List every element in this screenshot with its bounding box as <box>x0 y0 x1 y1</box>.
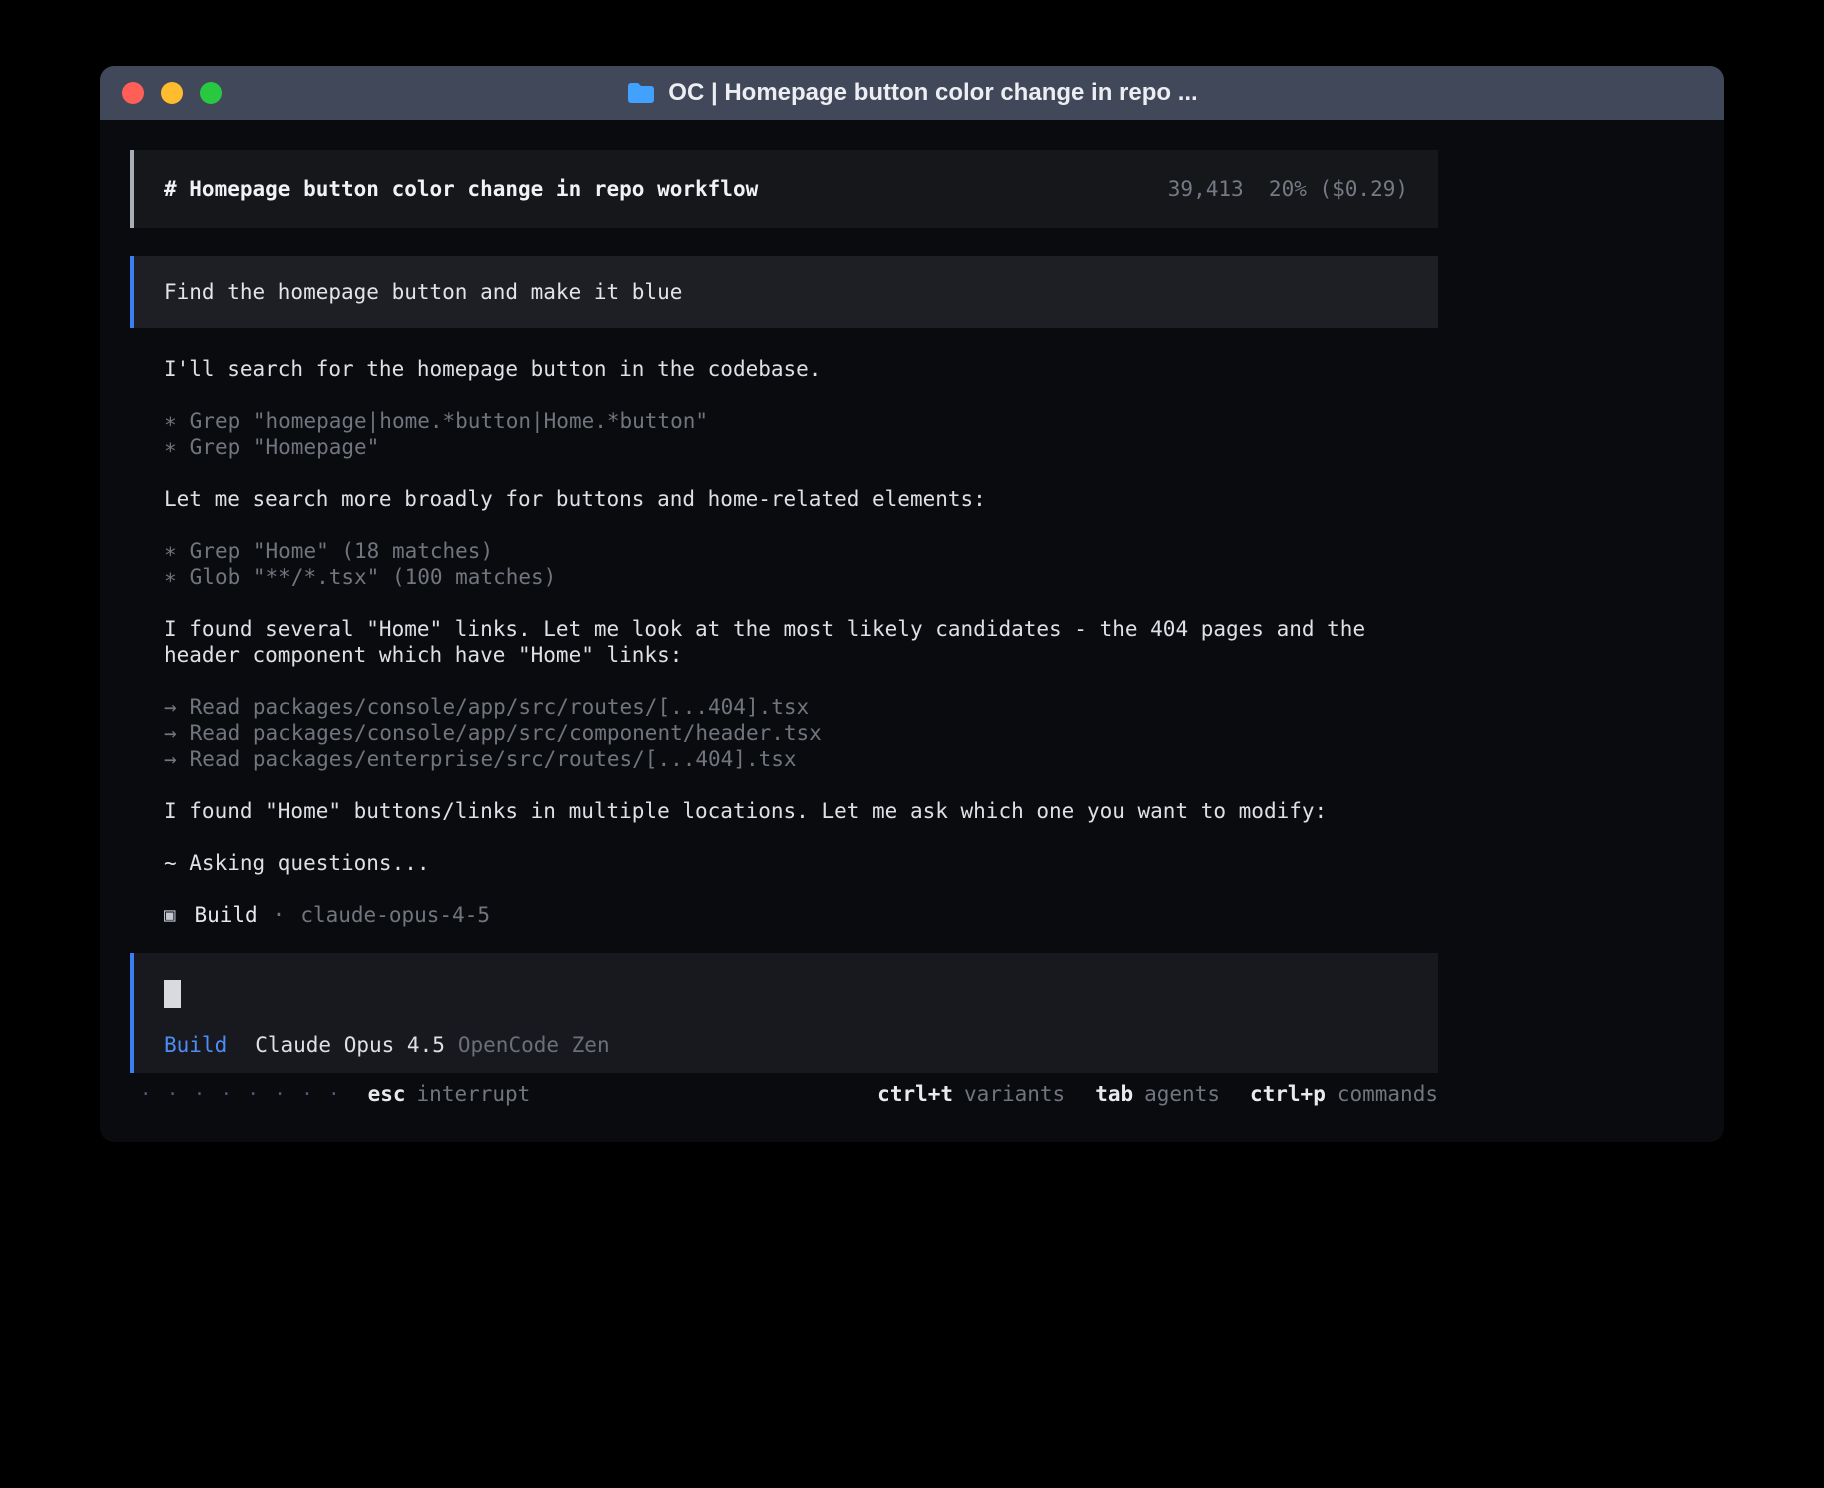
arrow-right-icon: → <box>164 720 177 746</box>
spinner-dots: · · · · · · · · <box>140 1081 342 1107</box>
user-message: Find the homepage button and make it blu… <box>130 256 1438 328</box>
traffic-lights <box>122 82 222 104</box>
tool-call-glob: ∗ Glob "**/*.tsx" (100 matches) <box>164 564 1438 590</box>
zoom-button[interactable] <box>200 82 222 104</box>
agent-indicator: ▣ Build · claude-opus-4-5 <box>164 902 1438 928</box>
tool-asterisk-icon: ∗ <box>164 564 177 590</box>
tool-call-grep: ∗ Grep "homepage|home.*button|Home.*butt… <box>164 408 1438 434</box>
assistant-transcript: I'll search for the homepage button in t… <box>130 356 1438 928</box>
tool-call-read: → Read packages/enterprise/src/routes/[.… <box>164 746 1438 772</box>
input-meta: Build Claude Opus 4.5 OpenCode Zen <box>164 1032 1408 1058</box>
tool-call-read: → Read packages/console/app/src/routes/[… <box>164 694 1438 720</box>
tool-call-grep: ∗ Grep "Homepage" <box>164 434 1438 460</box>
agent-square-icon: ▣ <box>164 902 175 928</box>
window-titlebar[interactable]: OC | Homepage button color change in rep… <box>100 66 1724 120</box>
arrow-right-icon: → <box>164 694 177 720</box>
tool-call-group: ∗ Grep "homepage|home.*button|Home.*butt… <box>164 408 1438 460</box>
assistant-paragraph: I'll search for the homepage button in t… <box>164 356 1438 382</box>
input-provider-label: OpenCode Zen <box>458 1032 610 1058</box>
status-bar: · · · · · · · · esc interrupt ctrl+t var… <box>130 1081 1438 1107</box>
dot-separator: · <box>273 902 286 928</box>
window-title-wrap: OC | Homepage button color change in rep… <box>100 79 1724 107</box>
input-model-label: Claude Opus 4.5 <box>255 1032 445 1058</box>
terminal-content: # Homepage button color change in repo w… <box>100 120 1724 1107</box>
terminal-window: OC | Homepage button color change in rep… <box>100 66 1724 1142</box>
tool-asterisk-icon: ∗ <box>164 408 177 434</box>
input-mode-badge: Build <box>164 1032 227 1058</box>
tool-asterisk-icon: ∗ <box>164 538 177 564</box>
session-stats: 39,413 20% ($0.29) <box>1168 176 1408 202</box>
tool-call-read: → Read packages/console/app/src/componen… <box>164 720 1438 746</box>
tool-call-group: ∗ Grep "Home" (18 matches) ∗ Glob "**/*.… <box>164 538 1438 590</box>
window-title: OC | Homepage button color change in rep… <box>668 79 1197 107</box>
close-button[interactable] <box>122 82 144 104</box>
tool-call-grep: ∗ Grep "Home" (18 matches) <box>164 538 1438 564</box>
assistant-status: ~ Asking questions... <box>164 850 1438 876</box>
prompt-input[interactable]: Build Claude Opus 4.5 OpenCode Zen <box>130 953 1438 1073</box>
hint-interrupt: esc interrupt <box>368 1081 531 1107</box>
tool-call-group: → Read packages/console/app/src/routes/[… <box>164 694 1438 772</box>
session-header: # Homepage button color change in repo w… <box>130 150 1438 228</box>
arrow-right-icon: → <box>164 746 177 772</box>
tool-asterisk-icon: ∗ <box>164 434 177 460</box>
agent-model: claude-opus-4-5 <box>300 902 490 928</box>
text-cursor <box>164 980 181 1008</box>
session-title: # Homepage button color change in repo w… <box>164 176 758 202</box>
hint-commands: ctrl+p commands <box>1250 1081 1438 1107</box>
hint-agents: tab agents <box>1095 1081 1220 1107</box>
assistant-paragraph: I found several "Home" links. Let me loo… <box>164 616 1438 668</box>
minimize-button[interactable] <box>161 82 183 104</box>
agent-name: Build <box>194 902 257 928</box>
user-message-text: Find the homepage button and make it blu… <box>164 280 682 304</box>
assistant-paragraph: I found "Home" buttons/links in multiple… <box>164 798 1438 824</box>
assistant-paragraph: Let me search more broadly for buttons a… <box>164 486 1438 512</box>
hint-variants: ctrl+t variants <box>877 1081 1065 1107</box>
folder-icon <box>626 81 656 105</box>
